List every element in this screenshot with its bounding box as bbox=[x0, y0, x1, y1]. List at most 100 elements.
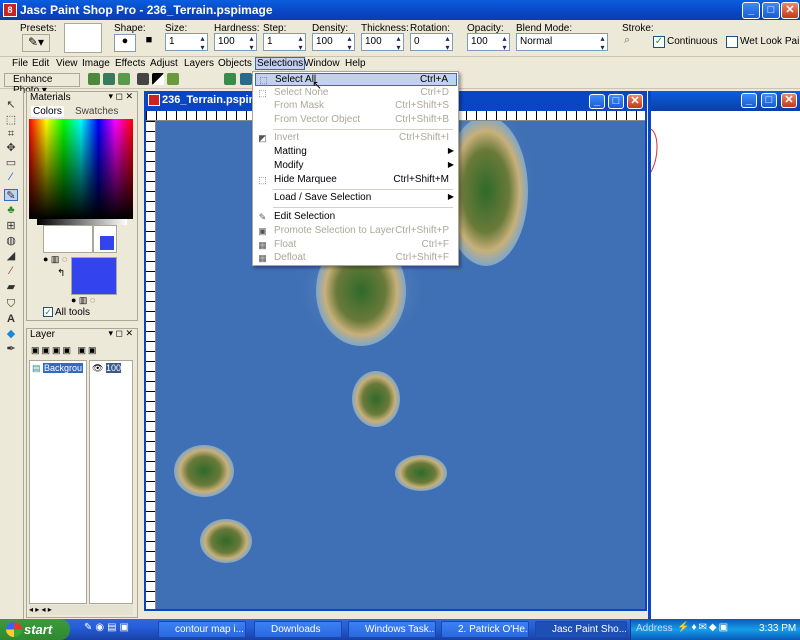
clone-brush-icon[interactable]: ♣ bbox=[4, 204, 18, 216]
app-icon[interactable]: 8 bbox=[3, 3, 17, 17]
color-spectrum[interactable] bbox=[29, 119, 133, 219]
background-swatch[interactable] bbox=[71, 257, 117, 295]
menu-adjust[interactable]: Adjust bbox=[150, 58, 178, 69]
selection-tool-icon[interactable]: ⬚ bbox=[4, 114, 18, 126]
foreground-swatch[interactable] bbox=[43, 225, 93, 253]
close-button[interactable]: ✕ bbox=[781, 2, 799, 19]
step-input[interactable]: 1 bbox=[263, 33, 306, 52]
menu-item-defloat[interactable]: ▦ Defloat Ctrl+Shift+F bbox=[255, 252, 457, 265]
dodge-tool-icon[interactable]: ◍ bbox=[4, 235, 18, 247]
layer-visibility[interactable]: 👁 100 bbox=[92, 363, 130, 375]
menu-item-edit-selection[interactable]: ✎ Edit Selection bbox=[255, 211, 457, 224]
presets-dropdown[interactable]: ✎▾ bbox=[22, 34, 50, 52]
bg-style-buttons[interactable]: ● ▥ ◌ bbox=[71, 295, 115, 307]
layer-panel-buttons[interactable]: ▾ ◻ ✕ bbox=[108, 328, 133, 339]
image-maximize-button[interactable]: □ bbox=[608, 94, 624, 109]
menu-item-modify[interactable]: Modify ▶ bbox=[255, 160, 457, 173]
task-jasc[interactable]: Jasc Paint Sho... bbox=[535, 621, 627, 638]
menu-window[interactable]: Window bbox=[304, 58, 340, 69]
wetlook-checkbox[interactable] bbox=[726, 36, 738, 48]
hardness-input[interactable]: 100 bbox=[214, 33, 257, 52]
round-shape-button[interactable]: ● bbox=[114, 34, 136, 52]
eraser-tool-icon[interactable]: ▰ bbox=[4, 281, 18, 293]
menu-item-from-vector[interactable]: From Vector Object Ctrl+Shift+B bbox=[255, 114, 457, 127]
menu-item-load-save[interactable]: Load / Save Selection ▶ bbox=[255, 192, 457, 205]
text-tool-icon[interactable]: A bbox=[4, 313, 18, 325]
tray-icons[interactable]: ⚡♦✉◆▣ bbox=[677, 622, 753, 637]
menu-help[interactable]: Help bbox=[345, 58, 366, 69]
black-white-point-icon[interactable] bbox=[152, 73, 164, 85]
dropper-tool-icon[interactable]: ⁄ bbox=[4, 171, 18, 183]
menu-image[interactable]: Image bbox=[82, 58, 110, 69]
pen-tool-icon[interactable]: ✒ bbox=[4, 343, 18, 355]
menu-effects[interactable]: Effects bbox=[115, 58, 145, 69]
density-input[interactable]: 100 bbox=[312, 33, 355, 52]
layer-scrollbar[interactable]: ◂ ▸ ◂ ▸ bbox=[29, 605, 133, 615]
menu-file[interactable]: File bbox=[12, 58, 28, 69]
pan-tool-icon[interactable]: ↖ bbox=[4, 99, 18, 111]
menu-item-invert[interactable]: ◩ Invert Ctrl+Shift+I bbox=[255, 132, 457, 145]
menu-layers[interactable]: Layers bbox=[184, 58, 214, 69]
quick-launch[interactable]: ✎◉▤▣ bbox=[84, 622, 140, 637]
color-balance-icon[interactable] bbox=[103, 73, 115, 85]
menu-item-select-none[interactable]: ⬚ Select None Ctrl+D bbox=[255, 87, 457, 100]
second-close-button[interactable]: ✕ bbox=[781, 93, 797, 108]
image-close-button[interactable]: ✕ bbox=[627, 94, 643, 109]
maximize-button[interactable]: □ bbox=[762, 2, 780, 19]
foreground-small-swatch[interactable] bbox=[93, 225, 117, 253]
menu-objects[interactable]: Objects bbox=[218, 58, 252, 69]
float-label: Float bbox=[274, 239, 297, 250]
panel-buttons[interactable]: ▾ ◻ ✕ bbox=[108, 91, 133, 102]
scratch-remover-icon[interactable]: ⊞ bbox=[4, 220, 18, 232]
push-tool-icon[interactable]: ⁄ bbox=[4, 265, 18, 277]
title-bar: 8 Jasc Paint Shop Pro - 236_Terrain.pspi… bbox=[0, 0, 800, 20]
opacity-input[interactable]: 100 bbox=[467, 33, 510, 52]
thickness-input[interactable]: 100 bbox=[361, 33, 404, 52]
continuous-checkbox[interactable]: ✓ bbox=[653, 36, 665, 48]
menu-selections[interactable]: Selections bbox=[255, 57, 306, 70]
tab-colors[interactable]: Colors bbox=[31, 106, 64, 117]
layer-toolbar[interactable]: ▣▣▣▣ ▣▣ bbox=[31, 345, 111, 357]
task-windows-task[interactable]: Windows Task... bbox=[348, 621, 436, 638]
swap-colors-icon[interactable]: ↰ bbox=[57, 268, 71, 282]
tab-swatches[interactable]: Swatches bbox=[75, 106, 118, 117]
second-maximize-button[interactable]: □ bbox=[761, 93, 777, 108]
menu-item-float[interactable]: ▦ Float Ctrl+F bbox=[255, 239, 457, 252]
preset-shape-icon[interactable]: ◆ bbox=[4, 328, 18, 340]
minimize-button[interactable]: _ bbox=[742, 2, 760, 19]
brush-preview[interactable] bbox=[64, 23, 102, 53]
layer-row[interactable]: ▤ Backgrou bbox=[32, 363, 84, 375]
noise-removal-icon[interactable] bbox=[224, 73, 236, 85]
menu-view[interactable]: View bbox=[56, 58, 78, 69]
second-minimize-button[interactable]: _ bbox=[741, 93, 757, 108]
photo-fix-icon[interactable] bbox=[118, 73, 130, 85]
stroke-icon[interactable]: ⌕ bbox=[624, 34, 638, 50]
square-shape-button[interactable]: ■ bbox=[140, 34, 158, 52]
menu-item-hide-marquee[interactable]: ⬚ Hide Marquee Ctrl+Shift+M bbox=[255, 174, 457, 187]
edit-selection-label: Edit Selection bbox=[274, 211, 336, 222]
shape-tool-icon[interactable]: ▭ bbox=[4, 157, 18, 169]
task-patrick[interactable]: 2. Patrick O'He... bbox=[441, 621, 529, 638]
enhance-photo-button[interactable]: Enhance Photo ▾ bbox=[4, 73, 80, 96]
menu-item-from-mask[interactable]: From Mask Ctrl+Shift+S bbox=[255, 100, 457, 113]
all-tools-checkbox[interactable]: ✓ bbox=[43, 307, 53, 317]
smudge-tool-icon[interactable]: ◢ bbox=[4, 250, 18, 262]
contrast-icon[interactable] bbox=[137, 73, 149, 85]
menu-item-promote[interactable]: ▣ Promote Selection to Layer Ctrl+Shift+P bbox=[255, 225, 457, 238]
menu-item-matting[interactable]: Matting ▶ bbox=[255, 146, 457, 159]
clarify-icon[interactable] bbox=[167, 73, 179, 85]
menu-edit[interactable]: Edit bbox=[32, 58, 49, 69]
sharpen-icon[interactable] bbox=[240, 73, 252, 85]
menu-item-select-all[interactable]: ⬚ Select All Ctrl+A bbox=[255, 73, 457, 86]
task-downloads[interactable]: Downloads bbox=[254, 621, 342, 638]
move-tool-icon[interactable]: ✥ bbox=[4, 142, 18, 154]
blend-mode-select[interactable]: Normal bbox=[516, 33, 608, 52]
task-contour-map[interactable]: contour map i... bbox=[158, 621, 246, 638]
freehand-selection-icon[interactable]: ⌗ bbox=[4, 128, 18, 140]
image-minimize-button[interactable]: _ bbox=[589, 94, 605, 109]
rotation-input[interactable]: 0 bbox=[410, 33, 453, 52]
flood-fill-icon[interactable]: ⛉ bbox=[4, 298, 18, 310]
one-step-fix-icon[interactable] bbox=[88, 73, 100, 85]
paint-brush-tool-icon[interactable]: ✎ bbox=[4, 189, 18, 202]
size-input[interactable]: 1 bbox=[165, 33, 208, 52]
